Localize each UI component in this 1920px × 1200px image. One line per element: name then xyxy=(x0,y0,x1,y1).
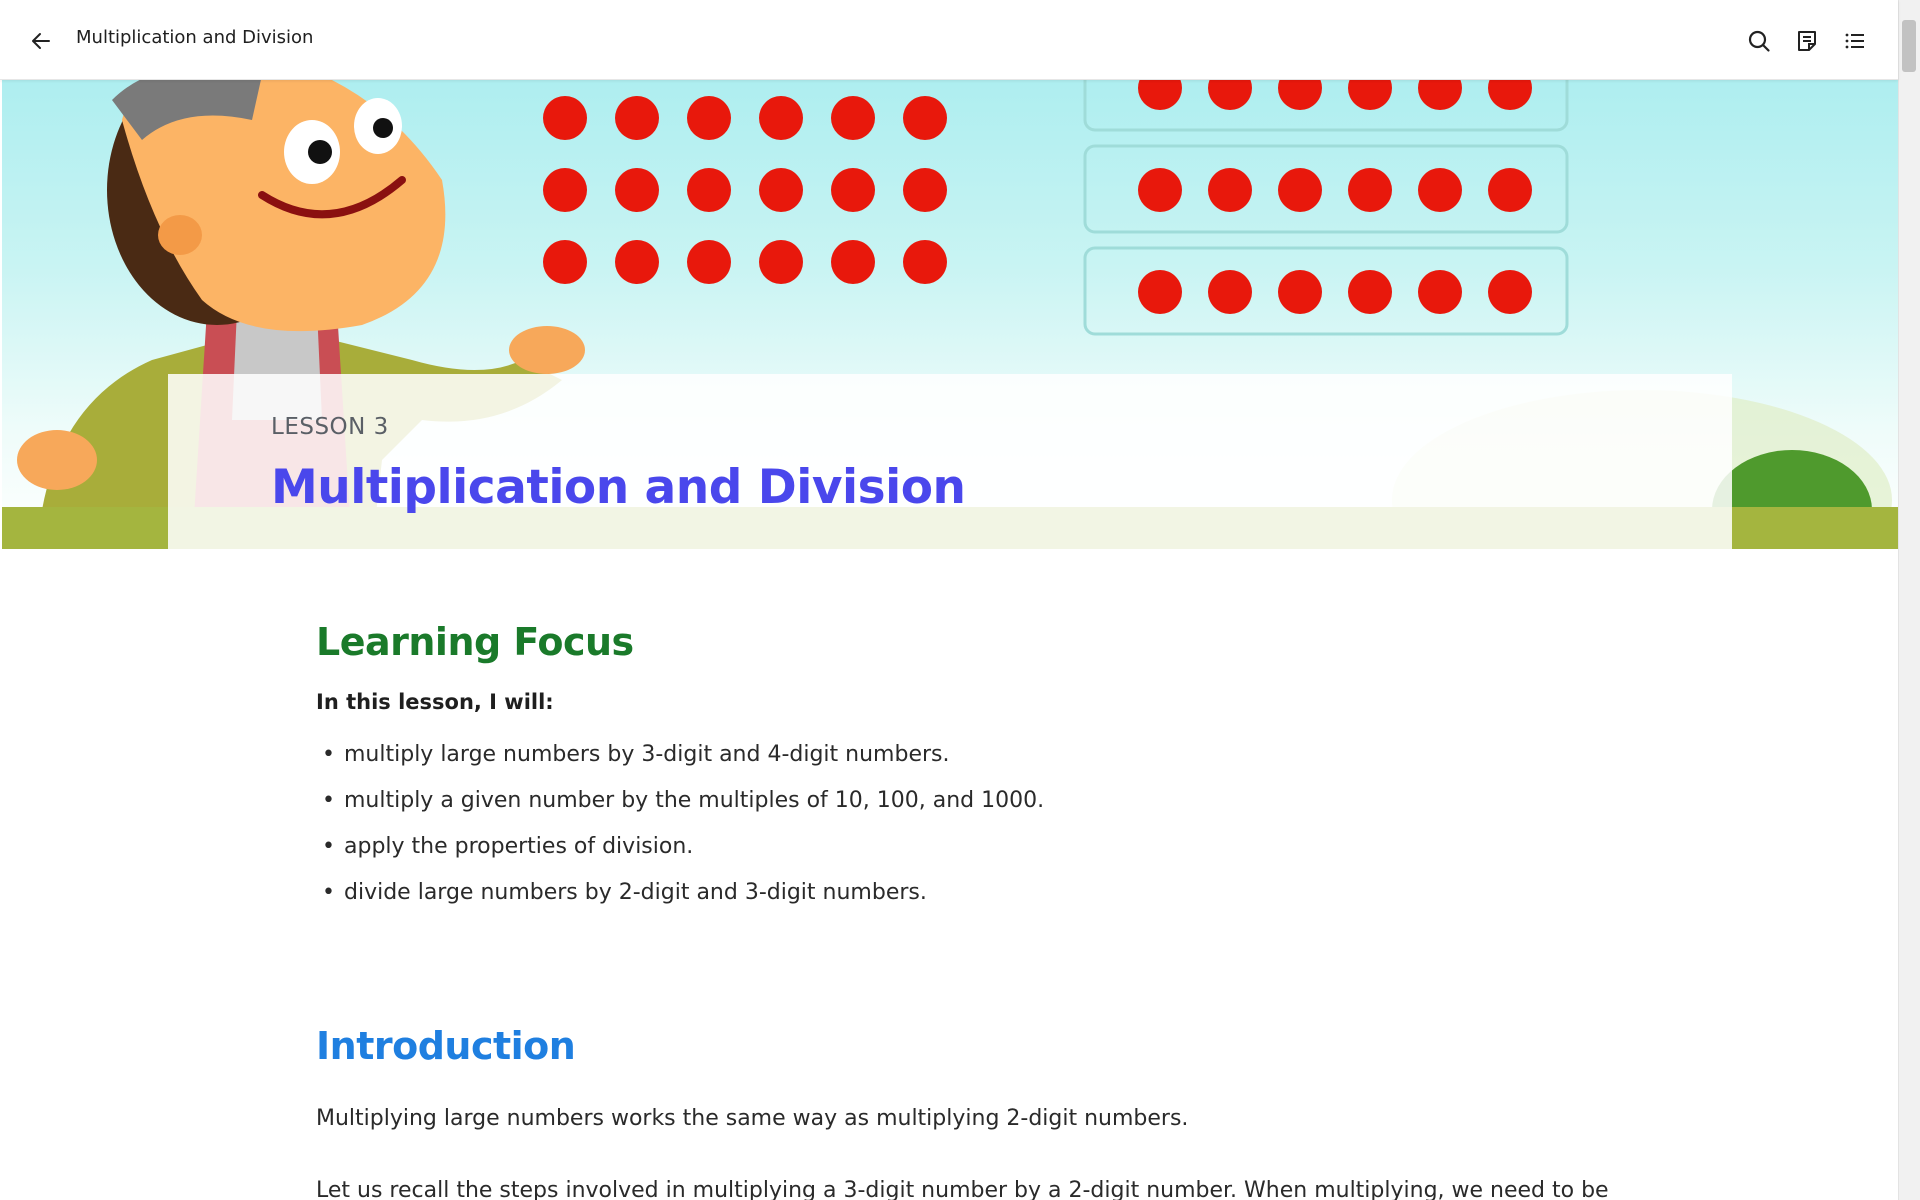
lesson-banner: LESSON 3 Multiplication and Division xyxy=(2,80,1898,549)
learning-focus-lead: In this lesson, I will: xyxy=(316,690,554,714)
notes-icon[interactable] xyxy=(1792,26,1822,56)
learning-focus-section: Learning Focus In this lesson, I will: m… xyxy=(316,620,1616,924)
toolbar-actions xyxy=(1744,26,1870,56)
introduction-paragraph: Let us recall the steps involved in mult… xyxy=(316,1178,1609,1200)
list-item: apply the properties of division. xyxy=(316,832,1616,878)
lesson-number-label: LESSON 3 xyxy=(271,414,389,440)
counters-array-left xyxy=(543,96,947,284)
search-icon[interactable] xyxy=(1744,26,1774,56)
introduction-heading: Introduction xyxy=(316,1024,576,1068)
list-item: multiply a given number by the multiples… xyxy=(316,786,1616,832)
list-item: multiply large numbers by 3-digit and 4-… xyxy=(316,740,1616,786)
list-item: divide large numbers by 2-digit and 3-di… xyxy=(316,878,1616,924)
back-arrow-icon[interactable] xyxy=(26,26,56,56)
scrollbar-thumb[interactable] xyxy=(1902,20,1916,72)
lesson-title: Multiplication and Division xyxy=(271,460,966,515)
top-app-bar: Multiplication and Division xyxy=(0,0,1898,80)
page-title: Multiplication and Division xyxy=(76,27,314,48)
counters-boxed-rows xyxy=(1083,80,1569,336)
introduction-paragraph: Multiplying large numbers works the same… xyxy=(316,1106,1189,1131)
learning-focus-heading: Learning Focus xyxy=(316,620,634,664)
table-of-contents-icon[interactable] xyxy=(1840,26,1870,56)
lesson-title-card: LESSON 3 Multiplication and Division xyxy=(168,374,1732,549)
vertical-scrollbar[interactable] xyxy=(1898,0,1920,1200)
learning-focus-list: multiply large numbers by 3-digit and 4-… xyxy=(316,740,1616,924)
